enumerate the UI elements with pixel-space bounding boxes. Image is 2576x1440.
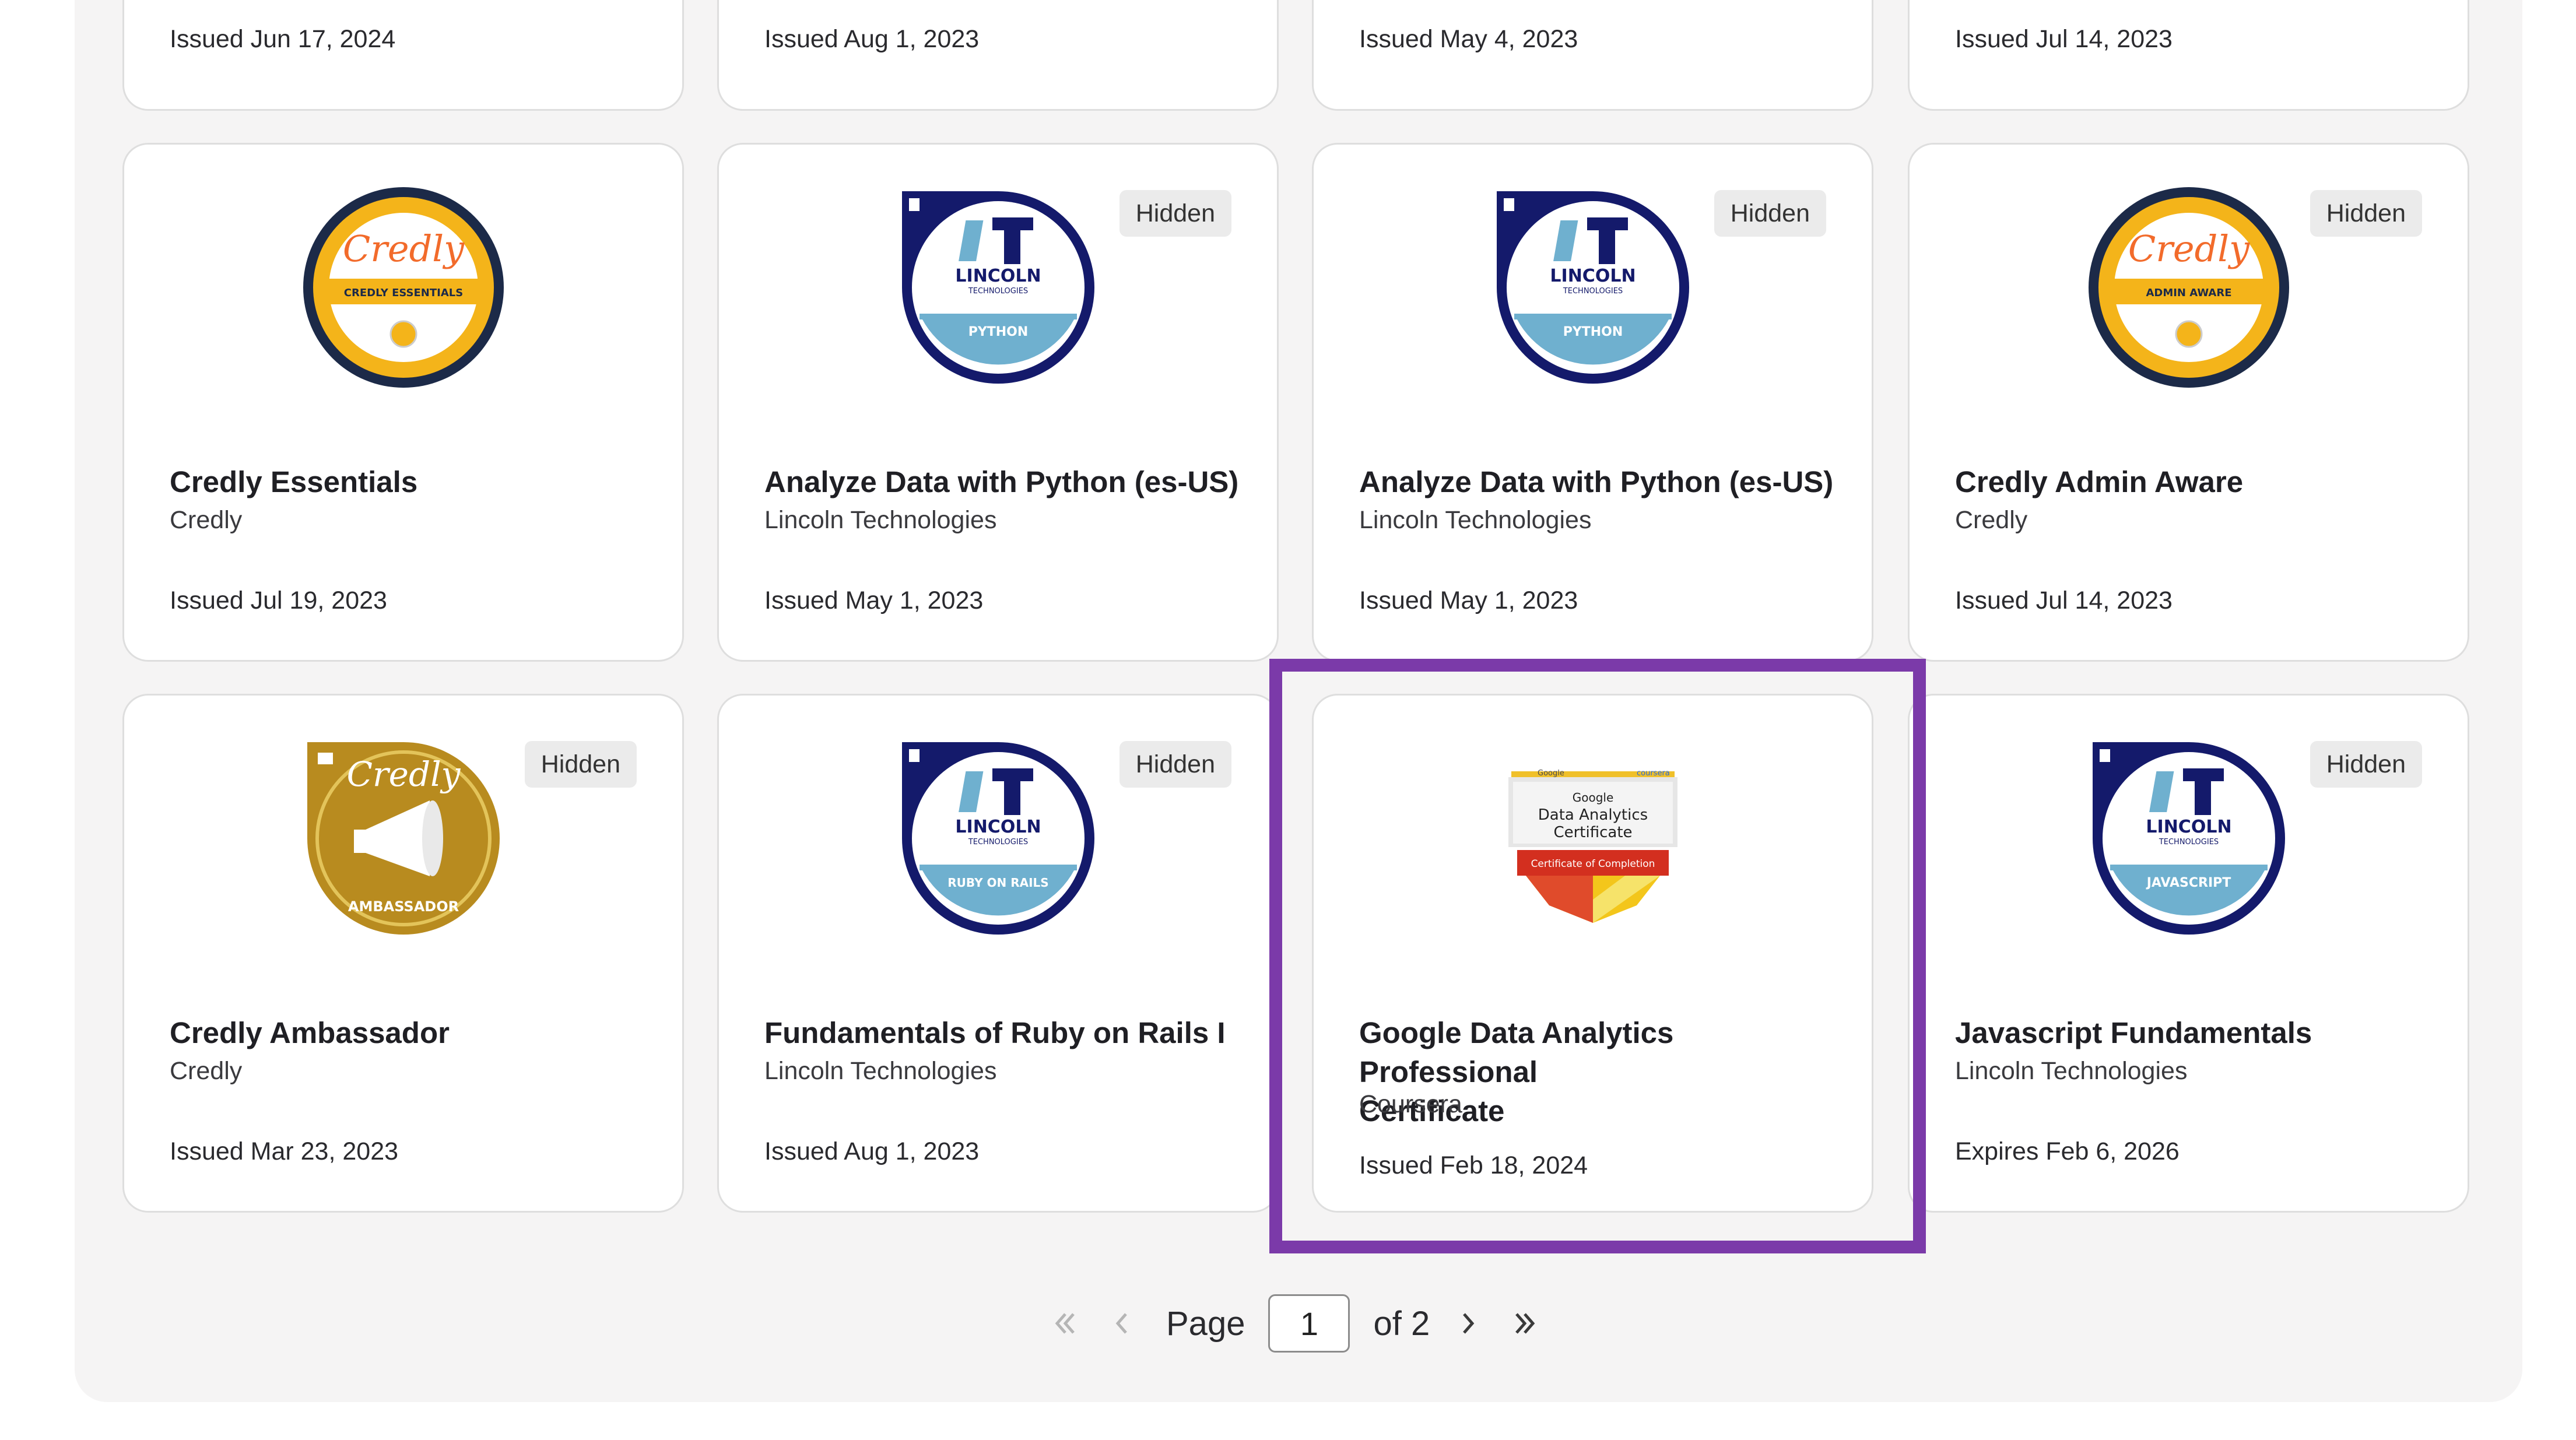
issued-date: Issued May 1, 2023 bbox=[1359, 586, 1578, 614]
issued-date: Issued May 4, 2023 bbox=[1359, 25, 1578, 53]
selection-highlight bbox=[1269, 659, 1926, 1253]
badge-title: Javascript Fundamentals bbox=[1955, 1016, 2312, 1049]
badge-banner-text: JAVASCRIPT bbox=[2145, 876, 2231, 890]
badge-title: Analyze Data with Python (es-US) bbox=[1359, 465, 1834, 498]
badge-card-ruby-on-rails[interactable]: Hidden LINCOLN TECHNOLOGIES RUBY ON RAIL… bbox=[717, 694, 1279, 1213]
credly-badge-icon: Credly ADMIN AWARE bbox=[2088, 187, 2289, 388]
issued-date: Issued Jun 17, 2024 bbox=[170, 25, 396, 53]
badge-brand-text: Credly bbox=[346, 754, 461, 794]
badge-issuer: Credly bbox=[170, 506, 243, 534]
badge-card[interactable]: Issued Aug 1, 2023 bbox=[717, 0, 1279, 111]
badge-issuer: Credly bbox=[170, 1057, 243, 1085]
issued-date: Issued Jul 14, 2023 bbox=[1955, 25, 2173, 53]
badge-card[interactable]: Issued Jun 17, 2024 bbox=[122, 0, 684, 111]
badge-banner-text: ADMIN AWARE bbox=[2146, 287, 2231, 299]
badge-card-credly-admin-aware[interactable]: Hidden Credly ADMIN AWARE Credly Admin A… bbox=[1908, 143, 2469, 662]
badge-image: LINCOLN TECHNOLOGIES PYTHON bbox=[719, 185, 1277, 389]
badge-issuer: Lincoln Technologies bbox=[764, 506, 997, 534]
badge-title: Credly Admin Aware bbox=[1955, 465, 2244, 498]
badge-brand-text: LINCOLN bbox=[2146, 817, 2231, 837]
badge-image: Credly AMBASSADOR bbox=[124, 736, 682, 940]
issued-date: Issued May 1, 2023 bbox=[764, 586, 984, 614]
badge-issuer: Credly bbox=[1955, 506, 2028, 534]
badge-banner-text: AMBASSADOR bbox=[348, 898, 458, 915]
badge-sub-text: TECHNOLOGIES bbox=[967, 287, 1027, 296]
lincoln-badge-icon: LINCOLN TECHNOLOGIES JAVASCRIPT bbox=[2092, 742, 2285, 935]
issued-date: Issued Mar 23, 2023 bbox=[170, 1137, 399, 1165]
badge-title: Credly Ambassador bbox=[170, 1016, 450, 1049]
credly-badge-icon: Credly CREDLY ESSENTIALS bbox=[303, 187, 504, 388]
badge-sub-text: TECHNOLOGIES bbox=[967, 838, 1027, 847]
badge-issuer: Lincoln Technologies bbox=[1359, 506, 1592, 534]
badge-image: LINCOLN TECHNOLOGIES JAVASCRIPT bbox=[1910, 736, 2468, 940]
page-total-label: of 2 bbox=[1373, 1304, 1430, 1343]
next-page-icon[interactable] bbox=[1447, 1303, 1488, 1344]
page-label: Page bbox=[1166, 1304, 1245, 1343]
badge-card-analyze-python[interactable]: Hidden LINCOLN TECHNOLOGIES PYTHON Analy… bbox=[717, 143, 1279, 662]
badge-brand-text: LINCOLN bbox=[955, 817, 1041, 837]
badge-issuer: Lincoln Technologies bbox=[1955, 1057, 2188, 1085]
badge-brand-text: LINCOLN bbox=[1550, 266, 1636, 286]
badge-brand-text: Credly bbox=[342, 227, 464, 270]
badge-card-javascript-fundamentals[interactable]: Hidden LINCOLN TECHNOLOGIES JAVASCRIPT J… bbox=[1908, 694, 2469, 1213]
badge-image: Credly ADMIN AWARE bbox=[1910, 185, 2468, 389]
badge-title: Fundamentals of Ruby on Rails I bbox=[764, 1016, 1226, 1049]
lincoln-badge-icon: LINCOLN TECHNOLOGIES PYTHON bbox=[901, 191, 1094, 384]
badge-banner-text: RUBY ON RAILS bbox=[947, 876, 1048, 890]
badge-title: Credly Essentials bbox=[170, 465, 418, 498]
badge-title: Analyze Data with Python (es-US) bbox=[764, 465, 1239, 498]
page-number-input[interactable] bbox=[1268, 1294, 1350, 1353]
badge-image: LINCOLN TECHNOLOGIES PYTHON bbox=[1314, 185, 1872, 389]
credly-ambassador-badge-icon: Credly AMBASSADOR bbox=[307, 742, 500, 935]
badge-banner-text: PYTHON bbox=[968, 325, 1028, 339]
issued-date: Expires Feb 6, 2026 bbox=[1955, 1137, 2180, 1165]
issued-date: Issued Aug 1, 2023 bbox=[764, 25, 980, 53]
badge-banner-text: PYTHON bbox=[1563, 325, 1623, 339]
badge-card[interactable]: Issued Jul 14, 2023 bbox=[1908, 0, 2469, 111]
badge-brand-text: Credly bbox=[2128, 227, 2249, 270]
lincoln-badge-icon: LINCOLN TECHNOLOGIES RUBY ON RAILS bbox=[901, 742, 1094, 935]
issued-date: Issued Jul 19, 2023 bbox=[170, 586, 387, 614]
lincoln-badge-icon: LINCOLN TECHNOLOGIES PYTHON bbox=[1496, 191, 1689, 384]
pagination: Page of 2 bbox=[1044, 1288, 1546, 1358]
first-page-icon[interactable] bbox=[1044, 1303, 1085, 1344]
badge-card[interactable]: Issued May 4, 2023 bbox=[1312, 0, 1873, 111]
badge-card-credly-essentials[interactable]: Credly CREDLY ESSENTIALS Credly Essentia… bbox=[122, 143, 684, 662]
badge-card-credly-ambassador[interactable]: Hidden Credly AMBASSADOR Credly Ambassad… bbox=[122, 694, 684, 1213]
issued-date: Issued Jul 14, 2023 bbox=[1955, 586, 2173, 614]
badge-image: Credly CREDLY ESSENTIALS bbox=[124, 185, 682, 389]
badge-issuer: Lincoln Technologies bbox=[764, 1057, 997, 1085]
last-page-icon[interactable] bbox=[1505, 1303, 1546, 1344]
badge-image: LINCOLN TECHNOLOGIES RUBY ON RAILS bbox=[719, 736, 1277, 940]
badge-banner-text: CREDLY ESSENTIALS bbox=[343, 287, 462, 299]
badge-sub-text: TECHNOLOGIES bbox=[1562, 287, 1622, 296]
badge-card-analyze-python[interactable]: Hidden LINCOLN TECHNOLOGIES PYTHON Analy… bbox=[1312, 143, 1873, 662]
previous-page-icon[interactable] bbox=[1102, 1303, 1143, 1344]
issued-date: Issued Aug 1, 2023 bbox=[764, 1137, 980, 1165]
badge-sub-text: TECHNOLOGIES bbox=[2158, 838, 2218, 847]
badge-brand-text: LINCOLN bbox=[955, 266, 1041, 286]
